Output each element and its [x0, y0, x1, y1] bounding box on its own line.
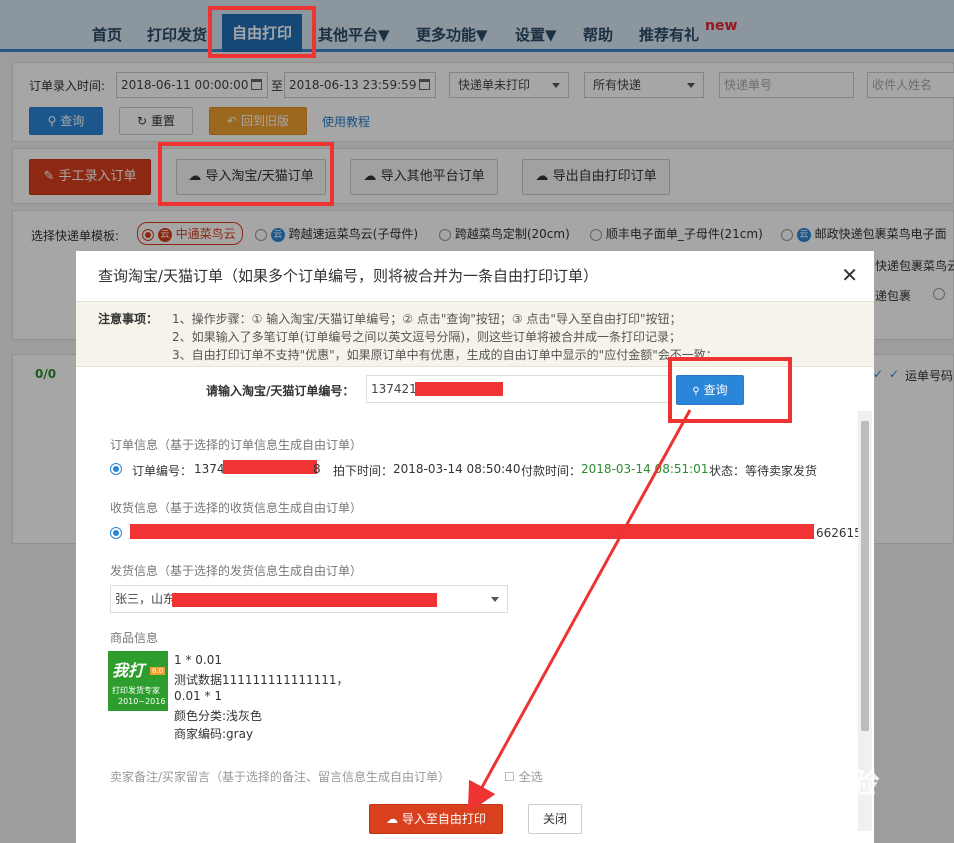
- annotation-arrow: [467, 409, 692, 814]
- baidu-watermark: Baidu经验 jingyan.baidu.com: [730, 762, 876, 815]
- watermark-brand: Baidu经验: [730, 767, 876, 800]
- watermark-url: jingyan.baidu.com: [732, 802, 834, 815]
